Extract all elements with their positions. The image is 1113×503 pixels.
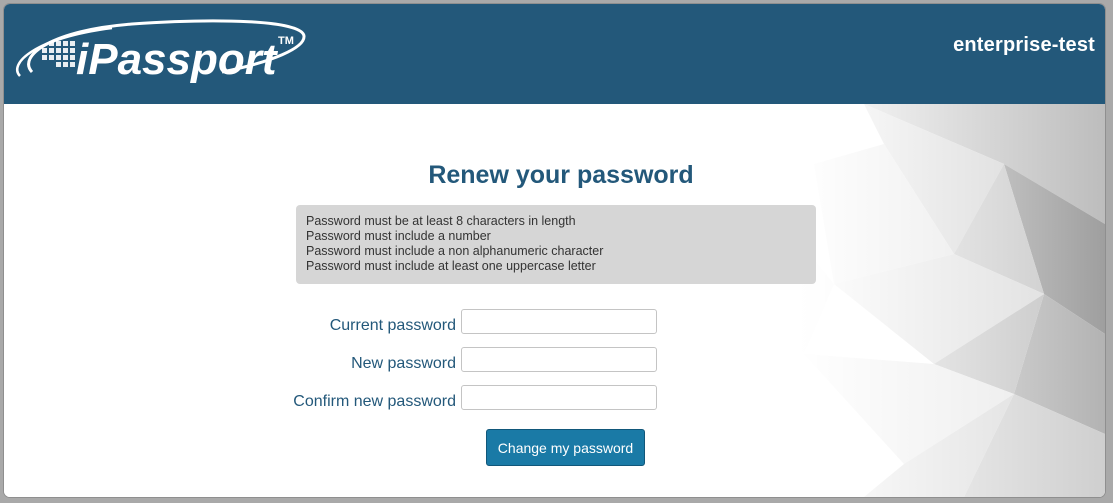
new-password-label: New password <box>351 355 456 372</box>
password-rule: Password must include a non alphanumeric… <box>306 244 604 258</box>
new-password-row: New password <box>204 347 664 377</box>
change-password-button[interactable]: Change my password <box>486 429 645 466</box>
current-password-input[interactable] <box>461 309 657 334</box>
confirm-password-row: Confirm new password <box>204 385 664 415</box>
password-rule: Password must be at least 8 characters i… <box>306 214 576 228</box>
header-bar: iPassport TM enterprise-test <box>4 4 1105 104</box>
current-password-row: Current password <box>204 309 664 339</box>
password-rule: Password must include a number <box>306 229 491 243</box>
password-rules-box: Password must be at least 8 characters i… <box>296 205 816 284</box>
current-password-label: Current password <box>329 317 456 334</box>
app-window: iPassport TM enterprise-test Renew your … <box>4 4 1105 497</box>
password-rule: Password must include at least one upper… <box>306 259 596 273</box>
logo-wordmark: iPassport <box>76 35 279 84</box>
confirm-password-input[interactable] <box>461 385 657 410</box>
main-content: Renew your password Password must be at … <box>4 104 1105 497</box>
logo-trademark: TM <box>278 35 294 47</box>
new-password-input[interactable] <box>461 347 657 372</box>
tenant-name: enterprise-test <box>953 34 1095 56</box>
ipassport-logo: iPassport TM <box>15 19 306 84</box>
page-title: Renew your password <box>428 161 694 189</box>
confirm-password-label: Confirm new password <box>293 393 456 410</box>
